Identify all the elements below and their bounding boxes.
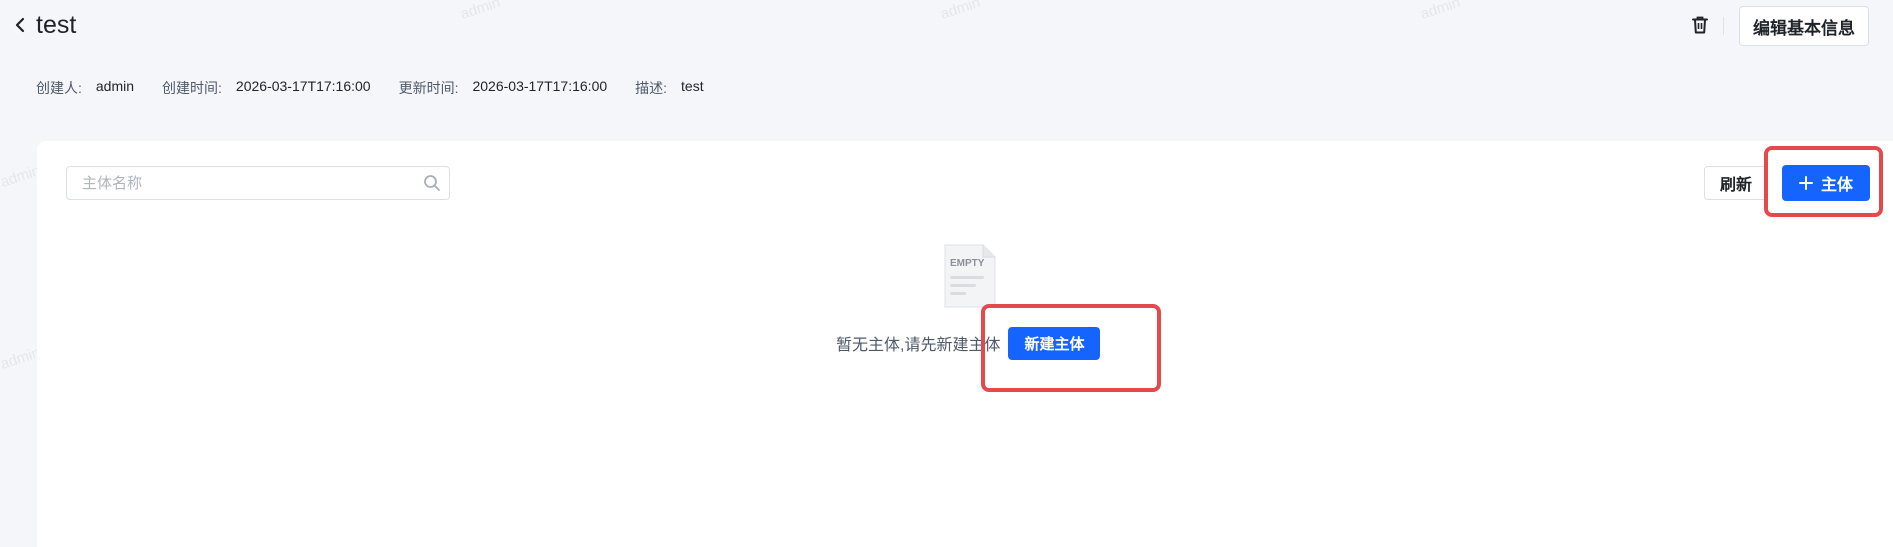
add-subject-label: 主体	[1820, 177, 1853, 194]
watermark: admin	[458, 0, 503, 23]
plus-icon	[1798, 176, 1813, 190]
created-time-value: 2026-03-17T17:16:00	[235, 78, 371, 94]
new-subject-button[interactable]: 新建主体	[1008, 326, 1101, 360]
empty-document-icon: EMPTY	[944, 244, 996, 308]
trash-icon	[1692, 16, 1708, 34]
watermark: admin	[1418, 0, 1463, 23]
updated-time-value: 2026-03-17T17:16:00	[472, 78, 608, 94]
chevron-left-icon	[15, 17, 25, 33]
description-label: 描述:	[635, 80, 668, 96]
page-title: test	[36, 11, 77, 39]
empty-message: 暂无主体,请先新建主体	[836, 337, 1001, 354]
delete-button[interactable]	[1688, 12, 1712, 38]
description-value: test	[681, 78, 704, 94]
empty-state: 暂无主体,请先新建主体 新建主体	[836, 326, 1101, 360]
search-icon[interactable]	[415, 167, 449, 199]
watermark: admin	[938, 0, 983, 23]
meta-info: 创建人: admin 创建时间: 2026-03-17T17:16:00 更新时…	[36, 78, 732, 98]
creator-value: admin	[95, 78, 135, 94]
edit-basic-info-button[interactable]: 编辑基本信息	[1739, 6, 1869, 46]
empty-image-text: EMPTY	[950, 258, 985, 269]
updated-time-label: 更新时间:	[398, 80, 459, 96]
created-time-label: 创建时间:	[162, 80, 222, 96]
search-input[interactable]	[67, 167, 415, 199]
page: admin admin admin admin admin admin admi…	[0, 0, 1893, 547]
refresh-button[interactable]: 刷新	[1704, 166, 1768, 200]
header-divider	[1723, 17, 1724, 35]
add-subject-button[interactable]: 主体	[1782, 165, 1870, 201]
creator-label: 创建人:	[36, 80, 82, 96]
search-box	[66, 166, 450, 200]
subject-list-card: 刷新 主体 EMPTY 暂无主体,请先新建主体 新建主体	[37, 141, 1893, 547]
back-button[interactable]	[10, 14, 30, 36]
